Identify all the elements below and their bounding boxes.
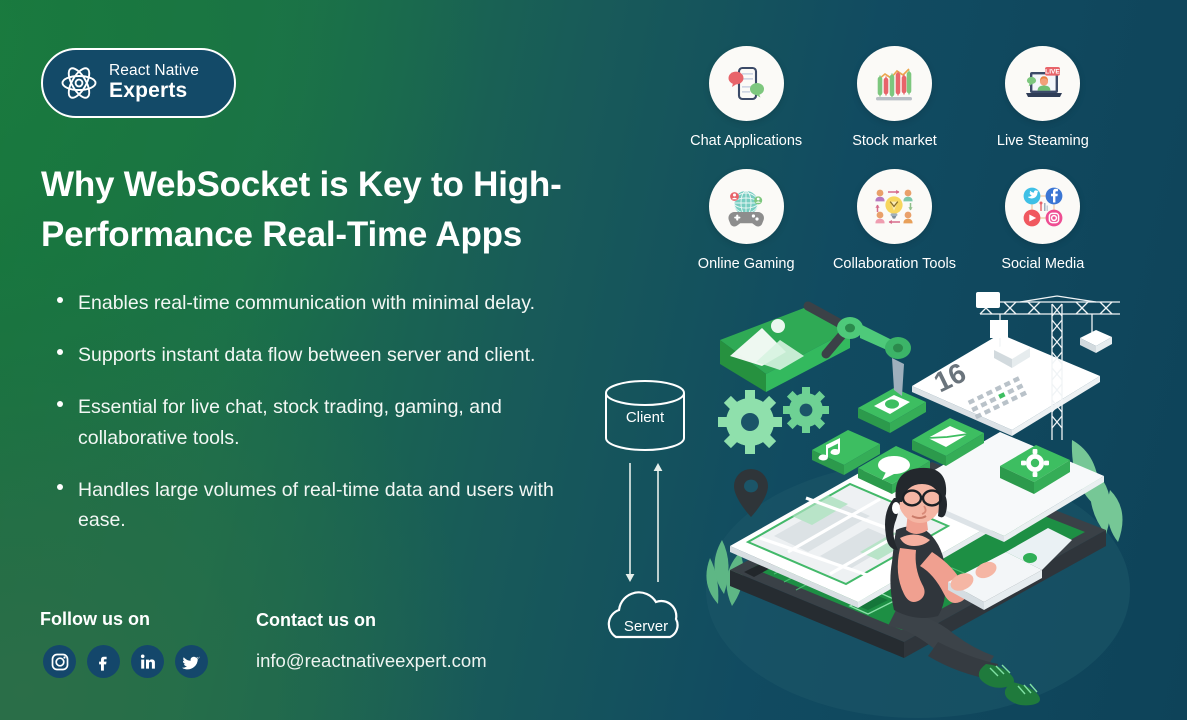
list-item: Supports instant data flow between serve… [46, 340, 591, 370]
contact-heading: Contact us on [256, 610, 376, 630]
feature-stock-market[interactable]: Stock market [820, 46, 968, 149]
list-item: Handles large volumes of real-time data … [46, 475, 591, 535]
feature-icon-wrap [1005, 169, 1081, 244]
feature-label: Live Steaming [996, 133, 1089, 149]
feature-label: Chat Applications [690, 133, 803, 149]
feature-label: Collaboration Tools [832, 256, 957, 272]
globe-gamepad-icon [728, 190, 765, 226]
linkedin-icon[interactable] [131, 645, 164, 678]
lightbulb-team-icon [875, 189, 914, 224]
live-laptop-icon: LIVE [1025, 66, 1062, 97]
contact-email[interactable]: info@reactnativeexpert.com [256, 650, 487, 672]
feature-icon-wrap: LIVE [1005, 46, 1081, 121]
chat-phone-icon [728, 66, 765, 100]
feature-collaboration-tools[interactable]: Collaboration Tools [820, 169, 968, 272]
arrow-down-icon [625, 463, 635, 582]
atom-icon [59, 63, 99, 103]
feature-label: Online Gaming [697, 256, 795, 272]
brand-name-line1: React Native [109, 62, 199, 80]
robot-arm [720, 301, 911, 396]
feature-label: Stock market [852, 133, 937, 149]
feature-icon-wrap [856, 169, 932, 244]
follow-heading: Follow us on [40, 609, 150, 629]
isometric-mobile-development-illustration: 16 [700, 290, 1150, 720]
feature-icon-wrap [708, 169, 784, 244]
svg-text:LIVE: LIVE [1045, 68, 1060, 75]
benefit-list: Enables real-time communication with min… [46, 288, 591, 557]
use-case-grid: Chat Applications Stock market LIVE Live… [672, 46, 1117, 272]
brand-logo[interactable]: React Native Experts [41, 48, 236, 118]
list-item: Essential for live chat, stock trading, … [46, 392, 591, 452]
brand-name: React Native Experts [109, 63, 199, 102]
list-item: Enables real-time communication with min… [46, 288, 591, 318]
feature-label: Social Media [1001, 256, 1085, 272]
client-server-diagram: Client Server [590, 375, 705, 655]
social-network-icon [1023, 187, 1063, 226]
instagram-icon[interactable] [43, 645, 76, 678]
social-links [43, 645, 208, 678]
facebook-icon[interactable] [87, 645, 120, 678]
feature-online-gaming[interactable]: Online Gaming [672, 169, 820, 272]
app-icon-camera [858, 388, 926, 433]
feature-chat-applications[interactable]: Chat Applications [672, 46, 820, 149]
client-label: Client [626, 409, 665, 426]
feature-social-media[interactable]: Social Media [969, 169, 1117, 272]
feature-icon-wrap [856, 46, 932, 121]
server-label: Server [624, 618, 668, 635]
page-title: Why WebSocket is Key to High-Performance… [41, 165, 562, 254]
candlestick-chart-icon [876, 67, 913, 100]
feature-icon-wrap [708, 46, 784, 121]
twitter-icon[interactable] [175, 645, 208, 678]
gear-large [718, 387, 829, 454]
arrow-up-icon [653, 463, 663, 582]
poster-canvas: React Native Experts Why WebSocket is Ke… [0, 0, 1187, 720]
feature-live-steaming[interactable]: LIVE Live Steaming [969, 46, 1117, 149]
brand-name-line2: Experts [109, 79, 188, 103]
